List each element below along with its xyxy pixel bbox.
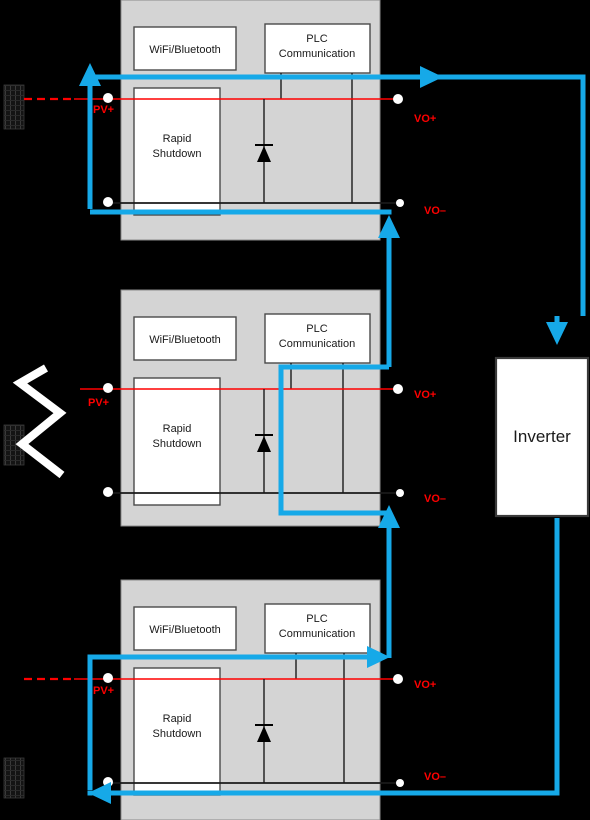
module-bottom-terminal-pv-positive <box>103 673 113 683</box>
module-top-plc-label-line1: PLC <box>306 33 327 45</box>
module-bottom-output-negative-label: VO– <box>424 771 446 783</box>
module-top-terminal-pv-positive <box>103 93 113 103</box>
module-top-output-positive-label: VO+ <box>414 113 436 125</box>
module-top-output-negative-label: VO– <box>424 205 446 217</box>
module-top-terminal-pv-negative <box>103 197 113 207</box>
module-top-input-label: PV+ <box>93 104 114 116</box>
corner-bottom-right <box>554 790 560 796</box>
corner-middle-bottomleft <box>278 510 284 516</box>
module-bottom-input-label: PV+ <box>93 685 114 697</box>
module-top-rapid-shutdown-label-line1: Rapid <box>163 133 192 145</box>
module-top-rapid-shutdown-label-line2: Shutdown <box>153 148 202 160</box>
module-bottom-plc-label-line1: PLC <box>306 613 327 625</box>
corner-top-return-right <box>386 209 392 215</box>
module-bottom-terminal-vo-positive <box>393 674 403 684</box>
inverter: Inverter <box>494 356 590 518</box>
module-middle-output-negative-label: VO– <box>424 493 446 505</box>
module-middle-plc-label-line1: PLC <box>306 323 327 335</box>
module-middle-output-positive-label: VO+ <box>414 389 436 401</box>
module-middle-rapid-shutdown-label-line2: Shutdown <box>153 438 202 450</box>
module-bottom-terminal-vo-negative <box>396 779 404 787</box>
module-middle-terminal-pv-negative <box>103 487 113 497</box>
module-bottom-plc-label-line2: Communication <box>279 628 355 640</box>
module-bottom-rapid-shutdown-label-line1: Rapid <box>163 713 192 725</box>
module-middle-rapid-shutdown-label-line1: Rapid <box>163 423 192 435</box>
corner-top-right <box>580 74 586 80</box>
module-bottom-output-positive-label: VO+ <box>414 679 436 691</box>
module-top-plc-label-line2: Communication <box>279 48 355 60</box>
module-top-terminal-vo-negative <box>396 199 404 207</box>
solar-panel-icon-bottom <box>3 757 25 799</box>
pv-string-diagram: WiFi/Bluetooth PLC Communication Rapid S… <box>0 0 590 820</box>
module-top-terminal-vo-positive <box>393 94 403 104</box>
module-bottom-rapid-shutdown-label-line2: Shutdown <box>153 728 202 740</box>
module-middle-input-label: PV+ <box>88 397 109 409</box>
module-middle-wifi-label: WiFi/Bluetooth <box>149 334 221 346</box>
module-bottom-wifi-label: WiFi/Bluetooth <box>149 624 221 636</box>
inverter-label: Inverter <box>513 427 571 446</box>
module-middle-plc-label-line2: Communication <box>279 338 355 350</box>
module-top-wifi-label: WiFi/Bluetooth <box>149 44 221 56</box>
corner-middle-topleft <box>278 364 284 370</box>
module-middle-terminal-vo-positive <box>393 384 403 394</box>
solar-panel-icon-top <box>3 84 25 130</box>
module-middle-terminal-vo-negative <box>396 489 404 497</box>
diagram-canvas: WiFi/Bluetooth PLC Communication Rapid S… <box>0 0 590 820</box>
module-middle-terminal-pv-positive <box>103 383 113 393</box>
corner-bottom-left <box>87 654 93 660</box>
